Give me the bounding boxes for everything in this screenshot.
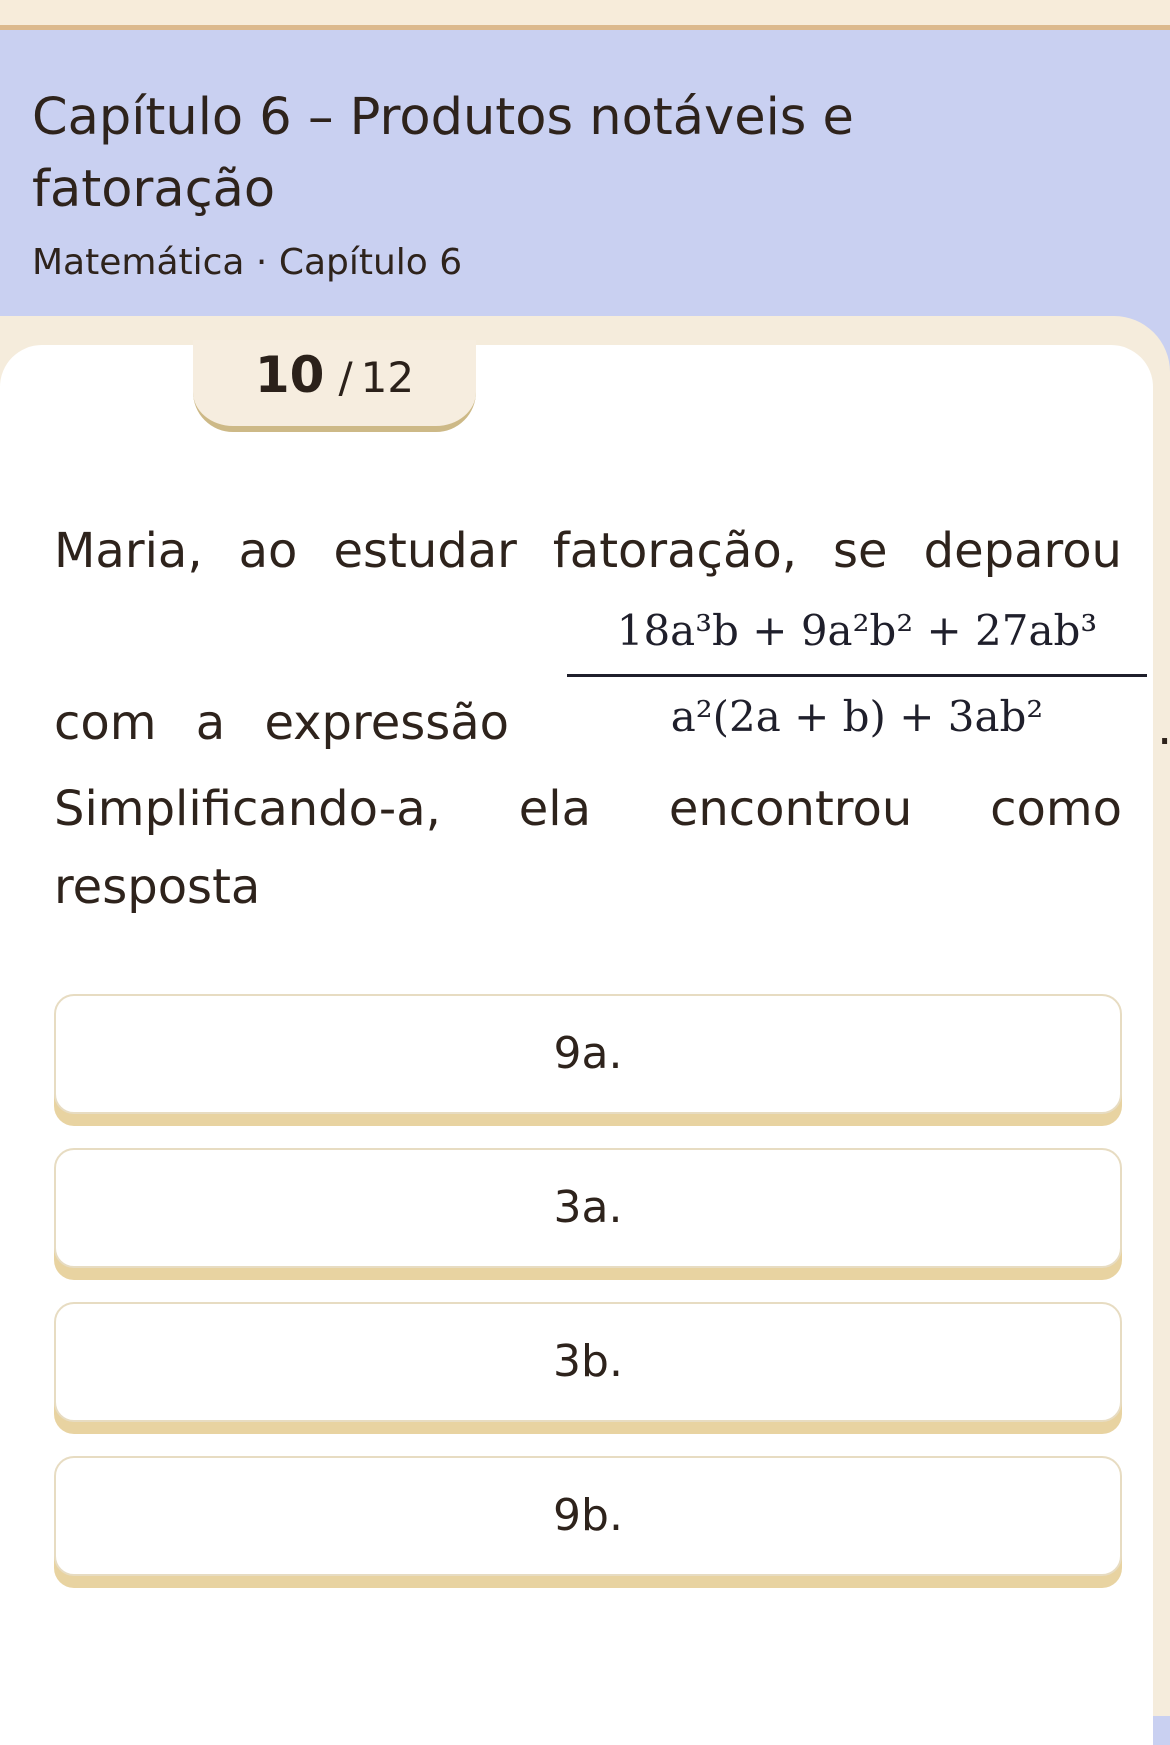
question-word: como (990, 781, 1122, 837)
top-strip (0, 0, 1170, 30)
answer-option-4[interactable]: 9b. (54, 1456, 1122, 1576)
counter-total: 12 (360, 353, 415, 402)
chapter-subtitle: Matemática · Capítulo 6 (32, 242, 463, 283)
question-word: ela (518, 781, 591, 837)
question-word: estudar (333, 523, 517, 579)
fraction-formula-image: 18a³b + 9a²b² + 27ab³ a²(2a + b) + 3ab² … (567, 600, 1170, 760)
answer-options: 9a. 3a. 3b. 9b. (54, 994, 1122, 1610)
question-word: se (833, 523, 888, 579)
question-word: Maria, (54, 523, 203, 579)
question-word: ao (238, 523, 298, 579)
sentence-period: . (1157, 700, 1170, 756)
question-line-1: Maria, ao estudar fatoração, se deparou (54, 512, 1122, 590)
question-line-3: Simplificando-a, ela encontrou como (54, 770, 1122, 848)
question-word: encontrou (668, 781, 913, 837)
counter-current: 10 (254, 346, 325, 404)
question-line-4: resposta (54, 859, 261, 915)
question-word: Simplificando-a, (54, 781, 441, 837)
question-word: deparou (923, 523, 1122, 579)
chapter-header: Capítulo 6 – Produtos notáveis e fatoraç… (32, 82, 1032, 286)
question-expression-label: com a expressão (54, 695, 510, 751)
answer-option-3[interactable]: 3b. (54, 1302, 1122, 1422)
question-line-2: com a expressão 18a³b + 9a²b² + 27ab³ a²… (54, 590, 1170, 770)
answer-option-2[interactable]: 3a. (54, 1148, 1122, 1268)
counter-separator: / (338, 353, 353, 402)
formula-numerator: 18a³b + 9a²b² + 27ab³ (616, 606, 1098, 655)
question-counter: 10 /12 (193, 340, 476, 432)
answer-option-1[interactable]: 9a. (54, 994, 1122, 1114)
chapter-title: Capítulo 6 – Produtos notáveis e fatoraç… (32, 88, 854, 219)
question-text: Maria, ao estudar fatoração, se deparou … (54, 512, 1170, 926)
question-word: fatoração, (552, 523, 797, 579)
formula-denominator: a²(2a + b) + 3ab² (670, 692, 1044, 741)
fraction-bar (567, 674, 1147, 677)
